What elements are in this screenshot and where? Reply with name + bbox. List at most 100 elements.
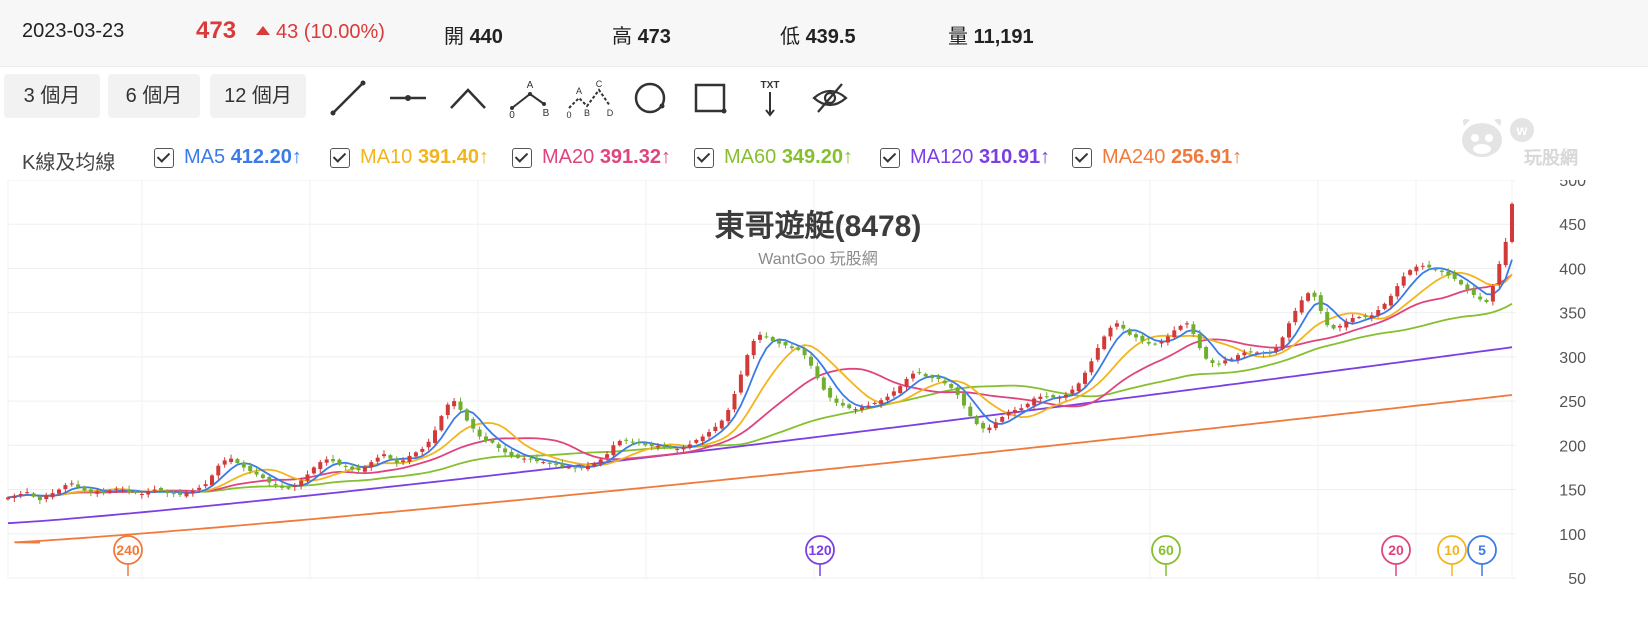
eye-off-icon[interactable] bbox=[810, 78, 850, 118]
ma240-value: 256.91 bbox=[1170, 146, 1233, 168]
quote-bar: 2023-03-23 473 43 (10.00%) 開 440 高 473 低… bbox=[0, 0, 1648, 67]
range-3m-button[interactable]: 3 個月 bbox=[4, 74, 100, 118]
tool-label-b-2: B bbox=[584, 108, 590, 118]
candle-body bbox=[1503, 241, 1508, 266]
candle-body bbox=[1433, 269, 1438, 271]
candle-body bbox=[120, 489, 125, 491]
quote-high: 高 473 bbox=[612, 20, 671, 49]
candle-body bbox=[809, 356, 813, 366]
candle-body bbox=[592, 463, 597, 467]
candle-body bbox=[643, 443, 648, 446]
ma20-name: MA20 bbox=[542, 146, 595, 168]
quote-low: 低 439.5 bbox=[780, 20, 856, 49]
candle-body bbox=[1280, 337, 1285, 350]
candle-body bbox=[828, 388, 833, 398]
y-tick-label: 450 bbox=[1559, 217, 1586, 234]
candle-body bbox=[834, 398, 839, 403]
abcd-pattern-icon[interactable]: 0 A B C D bbox=[566, 78, 614, 118]
ma5-value: 412.20 bbox=[230, 146, 292, 168]
ma20-checkbox[interactable] bbox=[512, 148, 532, 168]
candle-body bbox=[471, 419, 476, 429]
candle-body bbox=[866, 405, 871, 407]
candle-body bbox=[554, 463, 559, 465]
quote-high-value: 473 bbox=[637, 26, 671, 48]
candle-body bbox=[362, 466, 367, 472]
candle-body bbox=[802, 348, 807, 356]
candle-body bbox=[152, 489, 157, 491]
candle-body bbox=[1471, 288, 1476, 295]
candle-body bbox=[1242, 352, 1247, 356]
candle-body bbox=[37, 496, 42, 501]
candle-body bbox=[1019, 408, 1024, 410]
candle-body bbox=[1248, 351, 1253, 353]
candle-body bbox=[1236, 355, 1240, 360]
price-chart[interactable]: 500 450 400 350 300 250 200 150 100 50 東哥遊艇(8478)… bbox=[0, 173, 1648, 620]
price-chart-svg[interactable]: 500 450 400 350 300 250 200 150 100 50 東哥遊艇(8478)… bbox=[0, 173, 1648, 620]
ma120-checkbox[interactable] bbox=[880, 148, 900, 168]
candle-body bbox=[1439, 270, 1444, 272]
candle-body bbox=[445, 404, 450, 415]
angle-icon[interactable] bbox=[448, 78, 488, 118]
ma5-checkbox[interactable] bbox=[154, 148, 174, 168]
candle-body bbox=[1287, 323, 1291, 338]
candle-body bbox=[133, 491, 138, 493]
line-icon[interactable] bbox=[328, 78, 368, 118]
candle-body bbox=[286, 487, 291, 489]
candle-body bbox=[522, 458, 527, 460]
candle-body bbox=[311, 467, 316, 474]
circle-icon[interactable] bbox=[630, 78, 670, 118]
candle-body bbox=[1159, 341, 1164, 344]
abc-pattern-icon[interactable]: A 0 B bbox=[508, 78, 552, 118]
ma10-label: MA10 391.40↑ bbox=[360, 146, 489, 169]
candle-body bbox=[1344, 321, 1349, 328]
candle-body bbox=[356, 468, 361, 471]
range-6m-button[interactable]: 6 個月 bbox=[108, 74, 200, 118]
candle-body bbox=[573, 467, 578, 469]
text-annotation-icon[interactable]: TXT bbox=[750, 78, 790, 118]
range-12m-button[interactable]: 12 個月 bbox=[210, 74, 306, 118]
tool-label-zero: 0 bbox=[509, 110, 515, 118]
candle-body bbox=[1070, 389, 1075, 394]
ma-title: K線及均線 bbox=[22, 152, 116, 174]
candle-body bbox=[484, 436, 488, 441]
rectangle-icon[interactable] bbox=[690, 78, 730, 118]
candle-body bbox=[1083, 372, 1087, 384]
ma20-value: 391.32 bbox=[599, 146, 661, 168]
candle-body bbox=[1057, 397, 1062, 399]
candle-body bbox=[853, 409, 858, 411]
y-tick-label: 250 bbox=[1559, 394, 1586, 411]
ma5-label: MA5 412.20↑ bbox=[184, 146, 302, 169]
candle-body bbox=[1197, 333, 1202, 349]
candle-body bbox=[280, 485, 285, 488]
candle-body bbox=[101, 491, 106, 494]
candle-body bbox=[528, 458, 533, 460]
candle-body bbox=[1338, 325, 1342, 328]
candle-body bbox=[955, 387, 960, 395]
candle-body bbox=[732, 394, 737, 410]
candle-body bbox=[687, 444, 692, 448]
candle-body bbox=[127, 489, 132, 493]
candle-body bbox=[936, 377, 941, 379]
candle-body bbox=[1382, 303, 1387, 309]
candle-body bbox=[751, 341, 756, 356]
ma10-value: 391.40 bbox=[417, 146, 479, 168]
candle-body bbox=[974, 416, 979, 425]
quote-change: 43 (10.00%) bbox=[256, 21, 385, 44]
ma240-checkbox[interactable] bbox=[1072, 148, 1092, 168]
y-tick-label: 50 bbox=[1568, 571, 1586, 588]
candle-body bbox=[611, 445, 616, 456]
candle-body bbox=[764, 336, 769, 338]
ma-marker-10: 10 bbox=[1437, 535, 1467, 576]
candle-body bbox=[413, 452, 418, 457]
horizontal-line-icon[interactable] bbox=[388, 78, 428, 118]
candle-body bbox=[694, 440, 699, 443]
candle-body bbox=[815, 366, 820, 379]
ma10-checkbox[interactable] bbox=[330, 148, 350, 168]
candle-body bbox=[165, 491, 170, 494]
y-tick-label: 200 bbox=[1559, 438, 1586, 455]
ma60-checkbox[interactable] bbox=[694, 148, 714, 168]
candle-body bbox=[962, 393, 966, 406]
candle-body bbox=[783, 342, 788, 346]
ma60-label: MA60 349.20↑ bbox=[724, 146, 853, 169]
candle-body bbox=[1369, 315, 1374, 319]
